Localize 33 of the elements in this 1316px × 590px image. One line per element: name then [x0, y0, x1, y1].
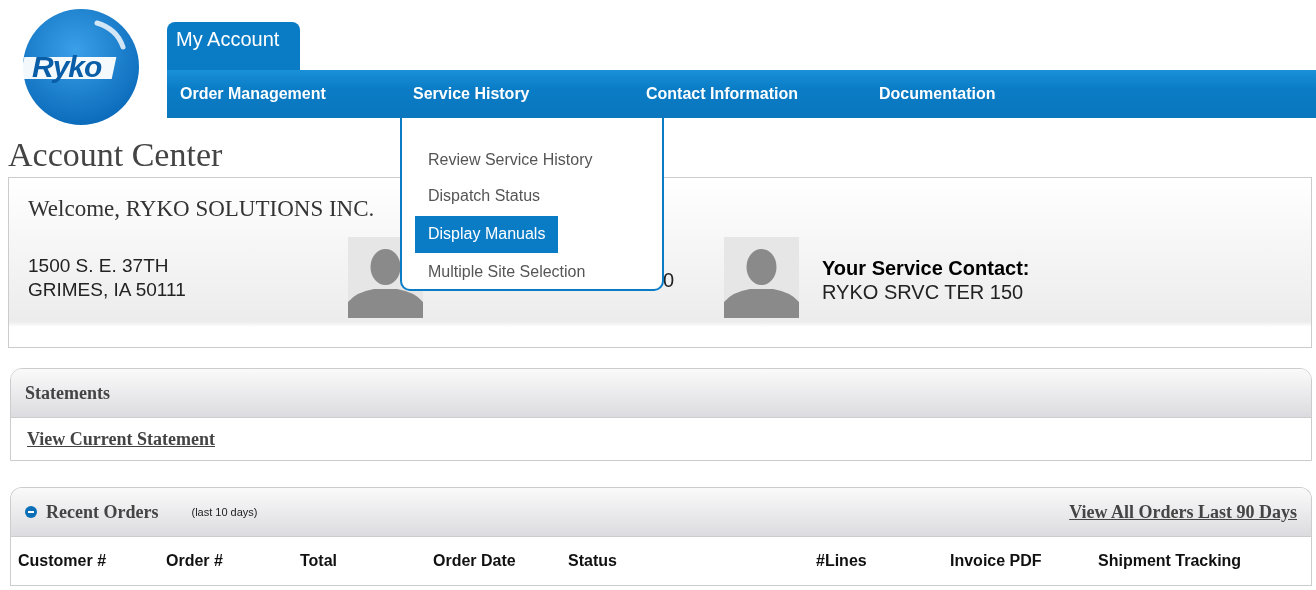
column-header: Order # [166, 552, 224, 570]
nav-menu-item[interactable]: Order Management [167, 70, 326, 118]
page-title: Account Center [8, 135, 223, 175]
column-header: #Lines [816, 552, 868, 570]
nav-menu-item[interactable]: Contact Information [633, 70, 798, 118]
dropdown-item[interactable]: Dispatch Status [415, 179, 554, 214]
statement-link[interactable]: View Current Statement [27, 428, 215, 450]
column-header: Total [300, 552, 339, 570]
column-header: Order Date [433, 552, 517, 570]
address-line: GRIMES, IA 50111 [28, 278, 187, 302]
column-header: Status [568, 552, 618, 570]
address-line: 1500 S. E. 37TH [28, 254, 170, 278]
dropdown-item[interactable]: Multiple Site Selection [415, 254, 599, 289]
panel-note: (last 10 days) [191, 506, 258, 518]
welcome-text: Welcome, RYKO SOLUTIONS INC. [28, 196, 375, 222]
nav-menu-item[interactable]: Documentation [866, 70, 996, 118]
panel-title: Statements [25, 382, 110, 404]
dropdown-item[interactable]: Review Service History [415, 143, 606, 178]
panel-title: Recent Orders [46, 501, 159, 523]
logo-text: Ryko [32, 50, 102, 84]
dropdown-item[interactable]: Display Manuals [415, 215, 559, 253]
column-header: Shipment Tracking [1098, 552, 1243, 570]
logo-icon [21, 7, 141, 127]
contact-heading: Your Service Contact: [822, 256, 1030, 280]
contact-text: RYKO SRVC TER 150 [822, 280, 1025, 304]
nav-menu-item[interactable]: Service History [400, 70, 530, 118]
collapse-icon[interactable] [25, 506, 37, 518]
contact-text: 0 [663, 268, 675, 292]
view-all-orders-link[interactable]: View All Orders Last 90 Days [1069, 501, 1297, 523]
column-header: Invoice PDF [950, 552, 1043, 570]
column-header: Customer # [18, 552, 108, 570]
tab[interactable]: My Account [167, 22, 300, 70]
avatar-icon [724, 237, 799, 318]
